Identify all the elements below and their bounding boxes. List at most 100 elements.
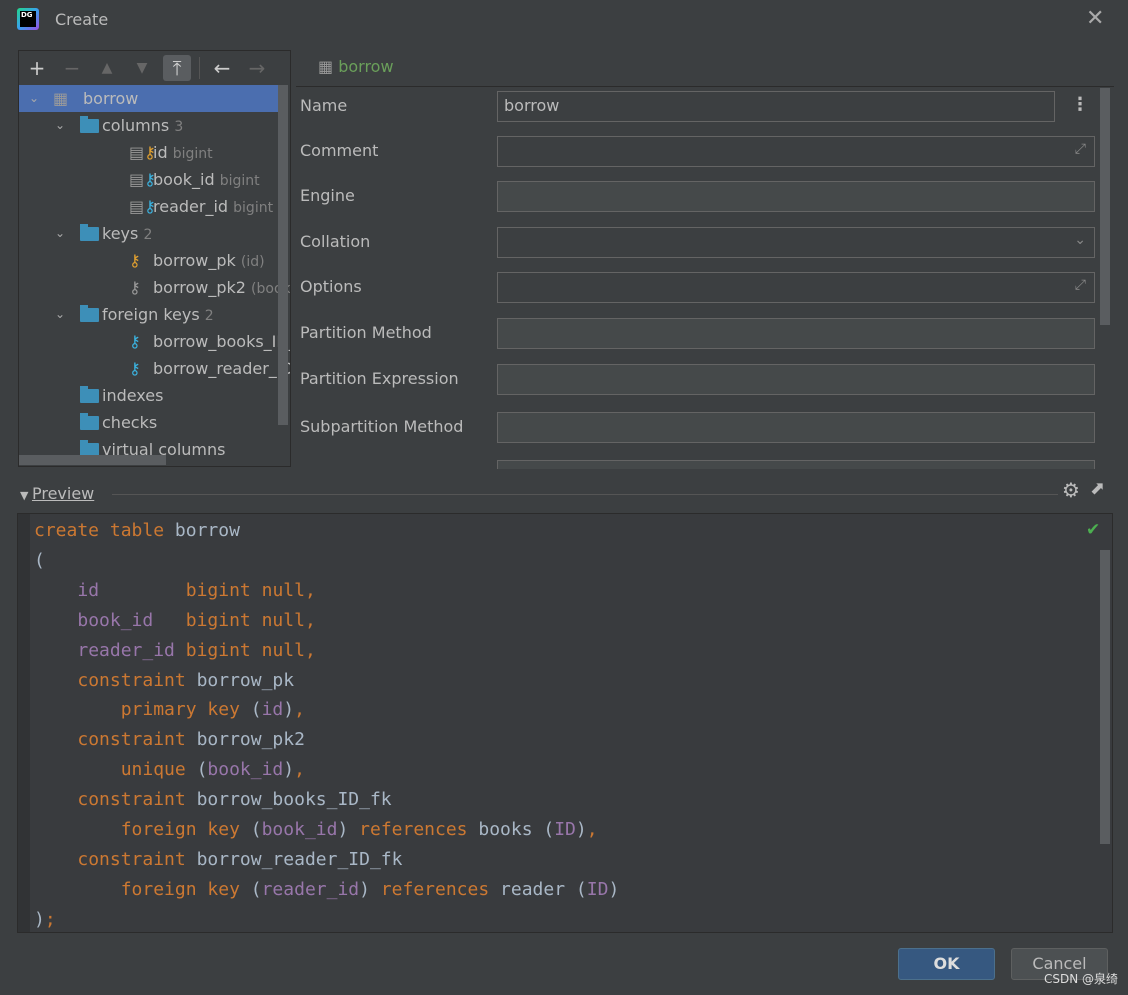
- foreign-key-icon: ⚷: [129, 332, 141, 351]
- tree-item-label: borrow_books_ID_fk: [153, 332, 290, 351]
- collation-field[interactable]: ⌄: [497, 227, 1095, 258]
- code-token: ,: [586, 819, 598, 841]
- tree-item-count: 2: [143, 227, 153, 243]
- chevron-down-icon[interactable]: ⌄: [29, 85, 43, 112]
- code-line: book_id bigint null,: [34, 606, 619, 636]
- partition-method-field[interactable]: [497, 318, 1095, 349]
- code-token: id: [261, 699, 284, 721]
- tree-item-label: reader_id: [153, 197, 229, 216]
- code-token: references: [359, 819, 479, 841]
- more-options-icon[interactable]: ⋮: [1071, 94, 1089, 115]
- watermark: CSDN @泉绮: [1044, 972, 1119, 986]
- expand-icon[interactable]: ⤢: [1075, 277, 1086, 293]
- editor-scrollbar[interactable]: [1100, 550, 1110, 844]
- code-token: constraint: [77, 789, 197, 811]
- collapse-icon: ▼: [20, 489, 32, 502]
- settings-gear-icon[interactable]: ⚙: [1062, 478, 1080, 502]
- tree-item[interactable]: checks: [19, 409, 281, 436]
- tree-item-label: borrow_pk2: [153, 278, 246, 297]
- back-icon[interactable]: ←: [208, 55, 236, 81]
- sql-preview-editor[interactable]: create table borrow ( id bigint null, boo…: [17, 513, 1113, 933]
- check-icon: ✔: [1086, 520, 1101, 540]
- code-token: (: [250, 819, 262, 841]
- tree-item[interactable]: ▤⚷ book_id bigint: [19, 166, 281, 193]
- unique-key-icon: ⚷: [129, 278, 141, 297]
- move-up-icon[interactable]: ▲: [93, 55, 121, 81]
- tree-item[interactable]: ⌄ foreign keys 2: [19, 301, 281, 328]
- tree-item-detail: bigint: [172, 146, 213, 162]
- tree-item-label: checks: [102, 413, 158, 432]
- form-scrollbar[interactable]: [1100, 88, 1110, 325]
- open-in-editor-icon[interactable]: ⬈: [1090, 478, 1105, 499]
- structure-panel: + − ▲ ▼ ⤒ ← → ⌄ ▦ borrow ⌄ columns 3 ▤⚷ id big…: [18, 50, 291, 467]
- code-token: foreign key: [120, 878, 251, 900]
- comment-field[interactable]: ⤢: [497, 136, 1095, 167]
- tree-item-detail: bigint: [219, 173, 260, 189]
- partition-expression-field[interactable]: [497, 364, 1095, 395]
- code-line: );: [34, 905, 619, 932]
- code-token: borrow_pk2: [196, 729, 305, 751]
- tree-item-detail: (id): [240, 254, 265, 270]
- code-token: borrow_books_ID_fk: [196, 789, 392, 811]
- add-icon[interactable]: +: [23, 55, 51, 81]
- name-field[interactable]: borrow: [497, 91, 1055, 122]
- code-token: primary key: [120, 699, 251, 721]
- tree-item[interactable]: ⚷borrow_pk2 (book_id): [19, 274, 290, 301]
- tree-item[interactable]: ▤⚷ reader_id bigint: [19, 193, 281, 220]
- code-token: (: [196, 759, 208, 781]
- expand-icon[interactable]: ⤢: [1075, 141, 1086, 157]
- tree-scrollbar[interactable]: [278, 85, 288, 425]
- chevron-down-icon[interactable]: ⌄: [55, 220, 69, 247]
- preview-label: Preview: [31, 484, 95, 503]
- code-token: ,: [294, 699, 305, 721]
- options-field[interactable]: ⤢: [497, 272, 1095, 303]
- code-token: ID: [586, 878, 609, 900]
- editor-gutter: [18, 514, 30, 932]
- code-token: book_id: [77, 609, 154, 631]
- tree-item-label: book_id: [153, 170, 215, 189]
- move-down-icon[interactable]: ▼: [128, 55, 156, 81]
- forward-icon[interactable]: →: [243, 55, 271, 81]
- dialog-title: Create: [55, 10, 109, 29]
- code-token: unique: [120, 759, 197, 781]
- chevron-down-icon[interactable]: ⌄: [55, 301, 69, 328]
- code-line: primary key (id),: [34, 695, 619, 725]
- chevron-down-icon[interactable]: ⌄: [1074, 232, 1086, 248]
- tree-item[interactable]: ⌄ keys 2: [19, 220, 281, 247]
- next-field[interactable]: [497, 460, 1095, 469]
- tree-item[interactable]: ▤⚷ id bigint: [19, 139, 281, 166]
- subpartition-method-field[interactable]: [497, 412, 1095, 443]
- remove-icon[interactable]: −: [58, 55, 86, 81]
- tree-item-label: borrow: [83, 89, 139, 108]
- code-token: ): [283, 759, 295, 781]
- tree-item[interactable]: ⚷borrow_books_ID_fk (: [19, 328, 290, 355]
- tree-item[interactable]: indexes: [19, 382, 281, 409]
- preview-toggle[interactable]: ▼ Preview: [20, 484, 94, 503]
- structure-tree: ⌄ ▦ borrow ⌄ columns 3 ▤⚷ id bigint ▤⚷ book_id b…: [19, 85, 290, 466]
- close-icon[interactable]: ✕: [1086, 6, 1104, 31]
- tree-item-count: 2: [204, 308, 214, 324]
- column-fk-icon: ▤⚷: [129, 170, 156, 189]
- chevron-down-icon[interactable]: ⌄: [55, 112, 69, 139]
- code-token: constraint: [77, 669, 197, 691]
- code-line: constraint borrow_books_ID_fk: [34, 785, 619, 815]
- ok-button[interactable]: OK: [898, 948, 995, 980]
- engine-field[interactable]: [497, 181, 1095, 212]
- name-label: Name: [300, 96, 348, 115]
- subpartition-method-label: Subpartition Method: [300, 417, 464, 436]
- tree-item[interactable]: ⚷borrow_reader_ID_fk (: [19, 355, 290, 382]
- code-token: create table: [34, 520, 175, 541]
- tree-item[interactable]: ⌄ ▦ borrow: [19, 85, 281, 112]
- tree-item[interactable]: ⌄ columns 3: [19, 112, 281, 139]
- tree-horizontal-scrollbar[interactable]: [19, 455, 166, 465]
- tree-item[interactable]: ⚷ borrow_pk (id): [19, 247, 281, 274]
- code-token: foreign key: [120, 819, 251, 841]
- promote-icon[interactable]: ⤒: [163, 55, 191, 81]
- toolbar-divider: [199, 57, 200, 79]
